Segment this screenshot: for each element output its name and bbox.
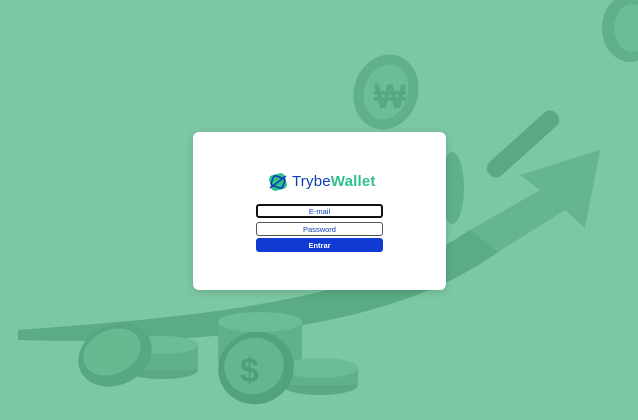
login-button[interactable]: Entrar xyxy=(256,238,383,252)
svg-text:₩: ₩ xyxy=(374,78,407,116)
password-input[interactable] xyxy=(256,222,383,236)
svg-text:$: $ xyxy=(240,352,259,390)
email-input[interactable] xyxy=(256,204,383,218)
brand-name-part2: Wallet xyxy=(330,173,376,190)
brand-name: TrybeWallet xyxy=(292,171,376,193)
brand-name-part1: Trybe xyxy=(292,173,331,190)
brand-logo: TrybeWallet xyxy=(267,170,376,194)
wallet-logo-icon xyxy=(269,173,287,191)
